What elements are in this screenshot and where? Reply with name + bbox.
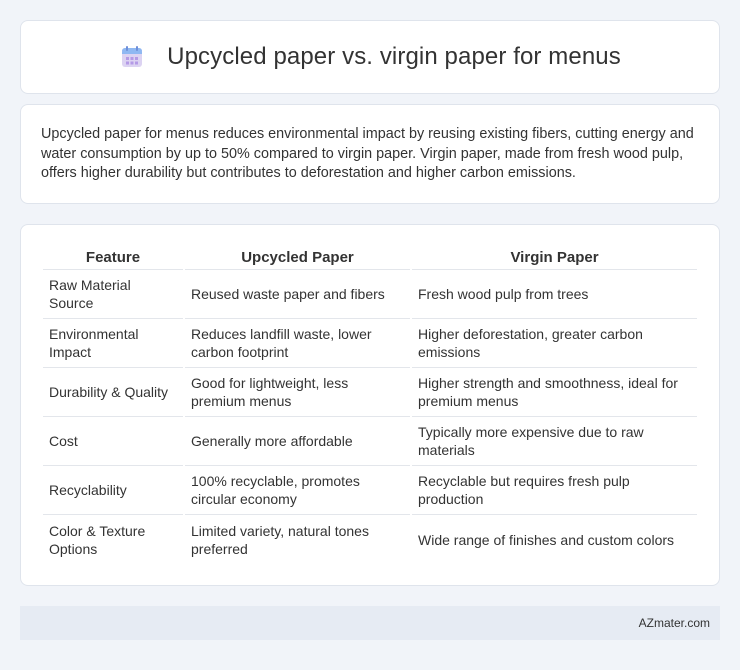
feature-cell: Recyclability [43, 466, 183, 515]
comparison-table: Feature Upcycled Paper Virgin Paper Raw … [41, 247, 699, 564]
virgin-cell: Wide range of finishes and custom colors [418, 531, 675, 548]
header-upcycled: Upcycled Paper [185, 247, 410, 270]
table-card: Feature Upcycled Paper Virgin Paper Raw … [20, 224, 720, 586]
header-feature: Feature [43, 247, 183, 270]
feature-cell: Color & Texture Options [49, 522, 146, 557]
virgin-cell: Higher strength and smoothness, ideal fo… [412, 368, 697, 417]
upcycled-cell: Generally more affordable [185, 417, 410, 466]
calendar-icon [122, 46, 143, 67]
virgin-cell: Higher deforestation, greater carbon emi… [412, 319, 697, 368]
title-wrap: Upcycled paper vs. virgin paper for menu… [119, 43, 621, 71]
feature-cell: Cost [43, 417, 183, 466]
page-title: Upcycled paper vs. virgin paper for menu… [167, 43, 621, 70]
table-row: Environmental Impact Reduces landfill wa… [43, 319, 697, 368]
table-row: Raw Material Source Reused waste paper a… [43, 270, 697, 319]
upcycled-cell: Reused waste paper and fibers [185, 270, 410, 319]
feature-cell: Raw Material Source [43, 270, 183, 319]
virgin-cell: Fresh wood pulp from trees [412, 270, 697, 319]
title-card: Upcycled paper vs. virgin paper for menu… [20, 20, 720, 94]
table-row: Color & Texture Options Limited variety,… [43, 515, 697, 564]
upcycled-cell: 100% recyclable, promotes circular econo… [185, 466, 410, 515]
virgin-cell: Recyclable but requires fresh pulp produ… [412, 466, 697, 515]
virgin-cell: Typically more expensive due to raw mate… [412, 417, 697, 466]
summary-card: Upcycled paper for menus reduces environ… [20, 104, 720, 204]
header-virgin: Virgin Paper [412, 247, 697, 270]
table-header-row: Feature Upcycled Paper Virgin Paper [43, 247, 697, 270]
feature-cell: Environmental Impact [43, 319, 183, 368]
feature-cell: Durability & Quality [43, 368, 183, 417]
upcycled-cell: Good for lightweight, less premium menus [185, 368, 410, 417]
upcycled-cell: Reduces landfill waste, lower carbon foo… [185, 319, 410, 368]
upcycled-cell: Limited variety, natural tones preferred [191, 522, 369, 557]
summary-text: Upcycled paper for menus reduces environ… [41, 126, 694, 182]
footer-brand[interactable]: AZmater.com [639, 616, 710, 630]
table-row: Durability & Quality Good for lightweigh… [43, 368, 697, 417]
table-row: Recyclability 100% recyclable, promotes … [43, 466, 697, 515]
table-row: Cost Generally more affordable Typically… [43, 417, 697, 466]
footer-bar: AZmater.com [20, 606, 720, 640]
